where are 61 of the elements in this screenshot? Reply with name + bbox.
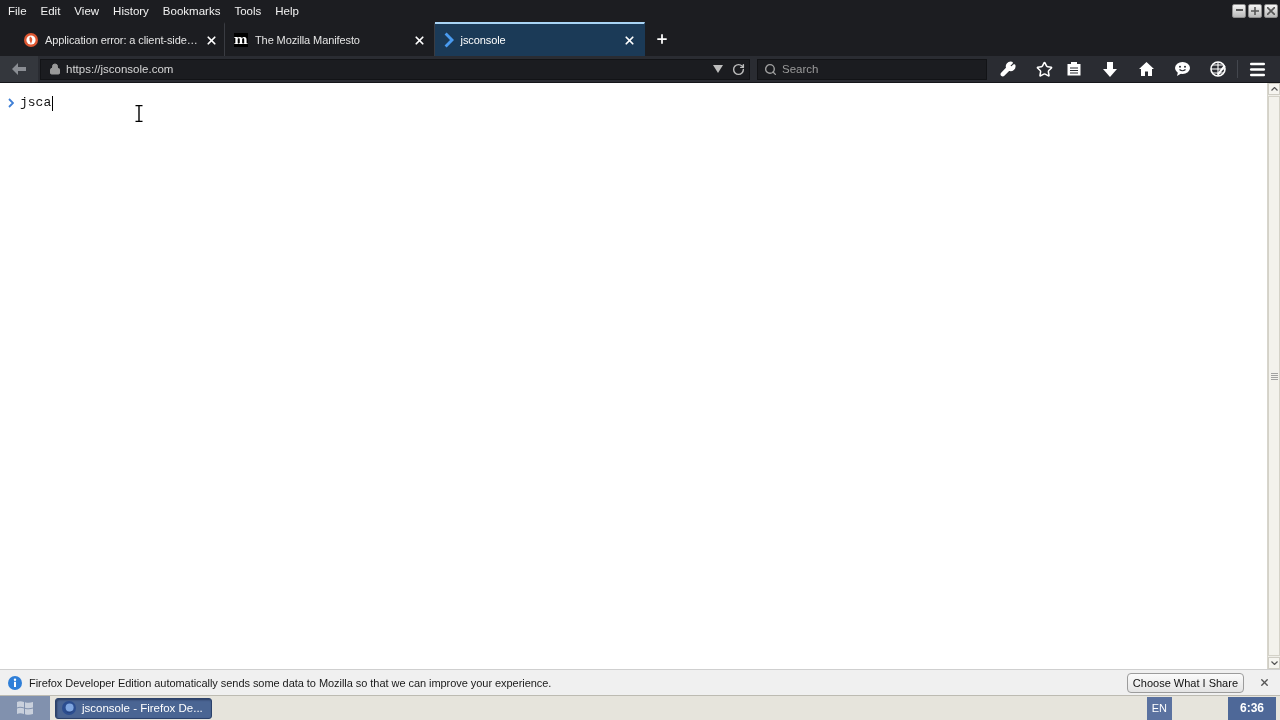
text-caret bbox=[52, 95, 54, 111]
minimize-button[interactable] bbox=[1232, 3, 1246, 18]
close-icon bbox=[623, 33, 636, 47]
info-icon bbox=[8, 675, 22, 690]
browser-icon bbox=[62, 701, 76, 715]
dropdown-button[interactable] bbox=[713, 65, 723, 73]
windows-logo-icon bbox=[16, 700, 34, 716]
globe-icon bbox=[1210, 61, 1226, 77]
scroll-up-button[interactable] bbox=[1268, 83, 1280, 95]
letter-logo: m bbox=[234, 33, 248, 47]
close-window-button[interactable] bbox=[1264, 3, 1278, 18]
plus-icon bbox=[655, 32, 669, 46]
menu-item[interactable]: Help bbox=[268, 2, 306, 19]
start-button[interactable] bbox=[0, 696, 50, 720]
home-icon bbox=[1138, 62, 1154, 76]
ibeam-cursor-icon bbox=[135, 105, 143, 122]
chat-bubble-icon bbox=[1174, 62, 1190, 76]
caret-up-icon bbox=[1270, 87, 1278, 91]
choose-share-button[interactable]: Choose What I Share bbox=[1126, 672, 1244, 693]
back-arrow-icon bbox=[12, 63, 26, 75]
chevron-icon bbox=[444, 32, 454, 48]
caret-down-icon bbox=[1270, 661, 1278, 665]
close-icon bbox=[204, 33, 218, 47]
url-field[interactable]: https://jsconsole.com bbox=[40, 58, 750, 80]
restore-icon bbox=[1251, 6, 1259, 15]
reload-button[interactable] bbox=[732, 62, 745, 76]
clipboard-list-icon bbox=[1067, 62, 1081, 76]
chevron-icon bbox=[8, 98, 14, 108]
close-tab-button[interactable] bbox=[413, 33, 426, 47]
menu-item[interactable]: Bookmarks bbox=[155, 2, 228, 19]
round-logo-icon bbox=[24, 33, 38, 47]
close-tab-button[interactable] bbox=[623, 33, 636, 47]
minimize-icon bbox=[1235, 9, 1243, 12]
search-icon bbox=[764, 62, 777, 76]
notification-message: Firefox Developer Edition automatically sends some data to Mozilla so that we can improve your experience. bbox=[29, 676, 552, 689]
close-icon bbox=[413, 33, 426, 47]
language-indicator[interactable]: EN bbox=[1146, 696, 1172, 720]
browser-tab[interactable]: jsconsole bbox=[435, 22, 645, 56]
caret-down-icon bbox=[713, 65, 723, 73]
clock: 6:36 bbox=[1228, 696, 1276, 720]
lock-icon bbox=[49, 63, 61, 75]
close-icon bbox=[1267, 6, 1275, 15]
scroll-down-button[interactable] bbox=[1268, 657, 1280, 669]
close-tab-button[interactable] bbox=[204, 33, 218, 47]
close-icon bbox=[1258, 677, 1270, 688]
taskbar-button[interactable]: jsconsole - Firefox De... bbox=[55, 697, 212, 719]
wrench-icon bbox=[1000, 61, 1016, 77]
grip-icon bbox=[1270, 372, 1278, 380]
star-icon bbox=[1035, 60, 1053, 78]
reload-icon bbox=[732, 62, 745, 76]
menu-item[interactable]: Tools bbox=[227, 2, 269, 19]
menu-item[interactable]: History bbox=[106, 2, 156, 19]
menu-item[interactable]: File bbox=[1, 2, 34, 19]
search-field[interactable]: Search bbox=[757, 58, 987, 80]
menu-item[interactable]: View bbox=[67, 2, 107, 19]
menu-item[interactable]: Edit bbox=[33, 2, 68, 19]
back-button[interactable] bbox=[0, 56, 38, 82]
new-tab-button[interactable] bbox=[655, 32, 669, 46]
restore-button[interactable] bbox=[1248, 3, 1262, 18]
console-input[interactable]: jsca bbox=[20, 95, 54, 111]
download-icon bbox=[1103, 61, 1117, 77]
